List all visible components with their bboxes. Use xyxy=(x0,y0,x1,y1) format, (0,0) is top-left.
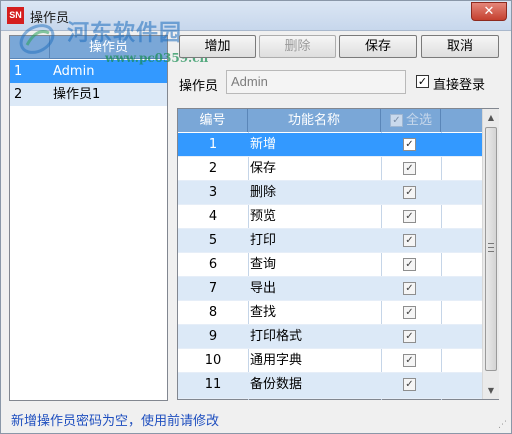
cancel-button[interactable]: 取消 xyxy=(421,35,499,58)
column-header-operator: 操作员 xyxy=(88,40,128,55)
save-button[interactable]: 保存 xyxy=(339,35,417,58)
title-bar[interactable]: SN 操作员 ✕ xyxy=(1,1,511,31)
permission-num: 6 xyxy=(208,257,218,272)
permission-checkbox[interactable]: ✓ xyxy=(403,330,416,343)
permission-num: 4 xyxy=(208,209,218,224)
operator-row-operator1[interactable]: 2 操作员1 xyxy=(10,83,167,106)
vertical-scrollbar[interactable]: ▲ ▼ xyxy=(482,109,499,399)
scroll-down-icon[interactable]: ▼ xyxy=(483,382,499,399)
permission-checkbox[interactable]: ✓ xyxy=(403,138,416,151)
permission-name: 备份数据 xyxy=(250,377,303,392)
permission-row[interactable]: 7 导出 ✓ xyxy=(178,277,482,301)
permission-checkbox[interactable]: ✓ xyxy=(403,258,416,271)
permission-name: 通用字典 xyxy=(250,353,303,368)
operator-list: 操作员 1 Admin 2 操作员1 xyxy=(9,35,168,401)
scroll-thumb[interactable] xyxy=(485,127,497,371)
direct-login-label[interactable]: 直接登录 xyxy=(433,74,485,93)
permission-checkbox[interactable]: ✓ xyxy=(403,378,416,391)
direct-login-checkbox[interactable]: ✓ xyxy=(416,75,429,88)
permission-row[interactable]: 2 保存 ✓ xyxy=(178,157,482,181)
permission-checkbox[interactable]: ✓ xyxy=(403,186,416,199)
permission-checkbox[interactable]: ✓ xyxy=(403,282,416,295)
permission-num: 1 xyxy=(208,137,218,152)
permission-num: 7 xyxy=(208,281,218,296)
column-header-index xyxy=(10,36,50,59)
add-button[interactable]: 增加 xyxy=(179,35,256,58)
column-header-num: 编号 xyxy=(178,109,248,132)
permission-num: 10 xyxy=(204,353,222,368)
select-all-label: 全选 xyxy=(406,113,433,128)
permission-name: 导出 xyxy=(250,281,277,296)
operator-window: SN 操作员 ✕ 操作员 1 Admin 2 操作员1 河东软件园 www.pc… xyxy=(0,0,512,434)
permission-row[interactable]: 9 打印格式 ✓ xyxy=(178,325,482,349)
permission-row[interactable]: 4 预览 ✓ xyxy=(178,205,482,229)
operator-row-name: Admin xyxy=(53,64,95,79)
permission-num: 2 xyxy=(208,161,218,176)
permission-grid: 编号 功能名称 ✓ 全选 1 新增 ✓ 2 保存 ✓ 3 删除 ✓ 4 预览 ✓ xyxy=(177,108,499,400)
select-all-checkbox[interactable]: ✓ xyxy=(390,114,403,127)
permission-name: 保存 xyxy=(250,161,277,176)
operator-row-name: 操作员1 xyxy=(53,87,101,102)
operator-row-num: 2 xyxy=(14,87,23,102)
permission-row[interactable]: 6 查询 ✓ xyxy=(178,253,482,277)
permission-checkbox[interactable]: ✓ xyxy=(403,354,416,367)
permission-name: 打印 xyxy=(250,233,277,248)
permission-name: 打印格式 xyxy=(250,329,303,344)
permission-num: 11 xyxy=(204,377,222,392)
permission-num: 9 xyxy=(208,329,218,344)
permission-row[interactable]: 8 查找 ✓ xyxy=(178,301,482,325)
permission-checkbox[interactable]: ✓ xyxy=(403,162,416,175)
scroll-up-icon[interactable]: ▲ xyxy=(483,109,499,126)
permission-num: 3 xyxy=(208,185,218,200)
permission-checkbox[interactable]: ✓ xyxy=(403,234,416,247)
permission-checkbox[interactable]: ✓ xyxy=(403,210,416,223)
permission-row[interactable]: 10 通用字典 ✓ xyxy=(178,349,482,373)
permission-name: 删除 xyxy=(250,185,277,200)
operator-row-admin[interactable]: 1 Admin xyxy=(10,60,167,83)
permission-num: 8 xyxy=(208,305,218,320)
permission-row[interactable]: 1 新增 ✓ xyxy=(178,133,482,157)
permission-name: 预览 xyxy=(250,209,277,224)
column-header-function: 功能名称 xyxy=(248,109,381,132)
permission-name: 新增 xyxy=(250,137,277,152)
close-button[interactable]: ✕ xyxy=(471,2,507,21)
window-title: 操作员 xyxy=(30,11,70,26)
delete-button[interactable]: 删除 xyxy=(259,35,336,58)
grip-icon xyxy=(488,243,494,252)
permission-row[interactable]: 3 删除 ✓ xyxy=(178,181,482,205)
permission-row[interactable]: 11 备份数据 ✓ xyxy=(178,373,482,399)
permission-name: 查询 xyxy=(250,257,277,272)
status-message: 新增操作员密码为空，使用前请修改 xyxy=(11,414,220,429)
operator-list-header: 操作员 xyxy=(10,36,167,59)
app-logo-icon: SN xyxy=(7,7,24,24)
resize-grip-icon[interactable]: ⋰ xyxy=(498,420,508,430)
operator-row-num: 1 xyxy=(14,64,23,79)
permission-checkbox[interactable]: ✓ xyxy=(403,306,416,319)
permission-row[interactable]: 5 打印 ✓ xyxy=(178,229,482,253)
permission-num: 5 xyxy=(208,233,218,248)
permission-grid-header: 编号 功能名称 ✓ 全选 xyxy=(178,109,482,132)
operator-field-label: 操作员 xyxy=(179,79,219,94)
operator-name-field[interactable]: Admin xyxy=(226,70,406,94)
permission-name: 查找 xyxy=(250,305,277,320)
